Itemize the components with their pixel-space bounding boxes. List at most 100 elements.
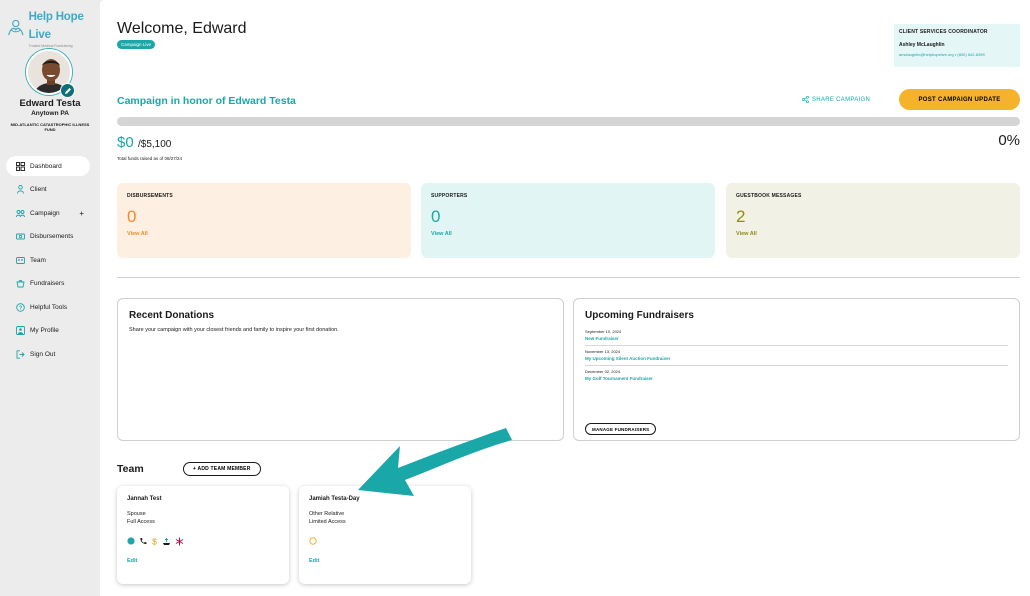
logo[interactable]: Help Hope Live Trusted Medical Fundraisi… [6,7,100,48]
sidebar-item-team[interactable]: Team [6,250,90,270]
view-all-guestbook-link[interactable]: View All [736,231,1010,237]
avatar-container [26,49,75,98]
share-icon [802,96,809,103]
list-item: December 02, 2024 My Golf Tournament Fun… [585,366,1008,385]
member-relation: Other Relative [309,511,345,517]
sidebar-item-helpful-tools[interactable]: ? Helpful Tools [6,297,90,317]
stat-label: GUESTBOOK MESSAGES [736,193,802,199]
sidebar-item-client[interactable]: Client [6,180,90,200]
team-heading: Team [117,463,144,475]
sidebar: Help Hope Live Trusted Medical Fundraisi… [0,0,100,596]
funds-goal: /$5,100 [138,139,172,150]
sidebar-item-label: Sign Out [30,350,56,358]
fundraiser-icon [163,537,170,545]
coordinator-card: CLIENT SERVICES COORDINATOR Ashley McLau… [894,24,1020,67]
upcoming-fundraisers-panel: Upcoming Fundraisers September 10, 2024 … [573,298,1020,441]
disbursements-icon [16,232,25,241]
team-member-card: Jamiah Testa-Day Other Relative Limited … [299,486,471,584]
campaign-progress-bar [117,117,1020,126]
campaign-title: Campaign in honor of Edward Testa [117,95,296,107]
svg-text:$: $ [152,537,157,546]
sidebar-item-label: Disbursements [30,233,74,240]
stat-label: SUPPORTERS [431,193,468,199]
status-dot-icon [127,537,135,545]
guestbook-messages-card: GUESTBOOK MESSAGES 2 View All [726,183,1020,258]
person-icon [16,185,25,194]
main-content: Welcome, Edward Campaign Live CLIENT SER… [100,0,1030,596]
status-ring-icon [309,537,317,545]
member-relation: Spouse [127,511,146,517]
sidebar-item-sign-out[interactable]: Sign Out [6,344,90,364]
coordinator-title: CLIENT SERVICES COORDINATOR [899,29,988,35]
post-campaign-update-button[interactable]: POST CAMPAIGN UPDATE [899,89,1020,110]
sidebar-item-my-profile[interactable]: My Profile [6,321,90,341]
progress-percent: 0% [998,132,1020,149]
asterisk-icon [175,537,184,545]
fundraiser-date: September 10, 2024 [585,329,622,334]
share-campaign-label: SHARE CAMPAIGN [812,96,871,103]
edit-member-link[interactable]: Edit [127,558,279,564]
fundraiser-date: November 13, 2024 [585,349,621,354]
fundraiser-list: September 10, 2024 New Fundraiser Novemb… [585,326,1008,385]
sidebar-item-label: Team [30,256,46,264]
team-member-card: Jannah Test Spouse Full Access $ Edit [117,486,289,584]
user-name: Edward Testa [19,98,81,109]
view-all-disbursements-link[interactable]: View All [127,231,401,237]
edit-avatar-button[interactable] [60,83,75,98]
member-permissions [309,536,461,546]
fundraiser-link[interactable]: New Fundraiser [585,336,1008,341]
brand-name: Help Hope Live [28,11,84,41]
coordinator-contact[interactable]: amclaughlin@helphopelive.org • (800) 642… [899,52,1015,57]
sidebar-item-label: Helpful Tools [30,303,68,311]
user-location: Anytown PA [31,110,69,117]
sidebar-nav: Dashboard Client Campaign + Disbursement… [6,156,90,368]
annotation-arrow-icon [358,428,512,496]
section-divider [117,277,1020,278]
brand-tagline: Trusted Medical Fundraising [28,44,73,48]
fundraiser-link[interactable]: My Upcoming Silent Auction Fundraiser [585,356,1008,361]
coordinator-name: Ashley McLaughlin [899,42,945,48]
share-campaign-button[interactable]: SHARE CAMPAIGN [802,96,870,103]
member-permissions: $ [127,536,279,546]
manage-fundraisers-button[interactable]: MANAGE FUNDRAISERS [585,423,657,435]
user-fund: MID-ATLANTIC CATASTROPHIC ILLNESS FUND [10,122,90,132]
disbursements-card: DISBURSEMENTS 0 View All [117,183,411,258]
sidebar-item-fundraisers[interactable]: Fundraisers [6,274,90,294]
list-item: November 13, 2024 My Upcoming Silent Auc… [585,346,1008,366]
sidebar-item-label: My Profile [30,327,59,334]
status-badge: Campaign Live [117,40,156,49]
fundraiser-date: December 02, 2024 [585,369,621,374]
funds-raised: $0 [117,134,134,151]
list-item: September 10, 2024 New Fundraiser [585,326,1008,346]
sidebar-item-disbursements[interactable]: Disbursements [6,227,90,247]
funds-raised-note: Total funds raised as of 08/27/24 [117,156,183,161]
team-icon [16,256,25,265]
recent-donations-text: Share your campaign with your closest fr… [129,327,339,333]
logo-icon [8,19,24,35]
supporters-card: SUPPORTERS 0 View All [421,183,715,258]
view-all-supporters-link[interactable]: View All [431,231,705,237]
edit-member-link[interactable]: Edit [309,558,461,564]
sidebar-item-dashboard[interactable]: Dashboard [6,156,90,176]
profile-icon [16,326,25,335]
upcoming-fundraisers-title: Upcoming Fundraisers [585,310,694,321]
sidebar-item-label: Client [30,186,47,193]
member-access: Limited Access [309,519,346,525]
phone-icon [140,538,147,545]
dashboard-icon [16,161,25,171]
stat-value: 2 [736,207,746,226]
pencil-icon [64,87,71,94]
recent-donations-title: Recent Donations [129,310,215,321]
stat-label: DISBURSEMENTS [127,193,173,199]
campaign-icon [16,209,25,218]
stat-value: 0 [127,207,137,226]
fundraisers-icon [16,279,25,288]
add-team-member-button[interactable]: + ADD TEAM MEMBER [183,462,261,476]
expand-plus-icon[interactable]: + [79,209,84,218]
help-icon: ? [16,302,25,312]
sidebar-item-label: Fundraisers [30,280,65,287]
sidebar-item-campaign[interactable]: Campaign + [6,203,90,223]
fundraiser-link[interactable]: My Golf Tournament Fundraiser [585,376,1008,381]
member-access: Full Access [127,519,155,525]
member-name: Jannah Test [127,496,162,502]
